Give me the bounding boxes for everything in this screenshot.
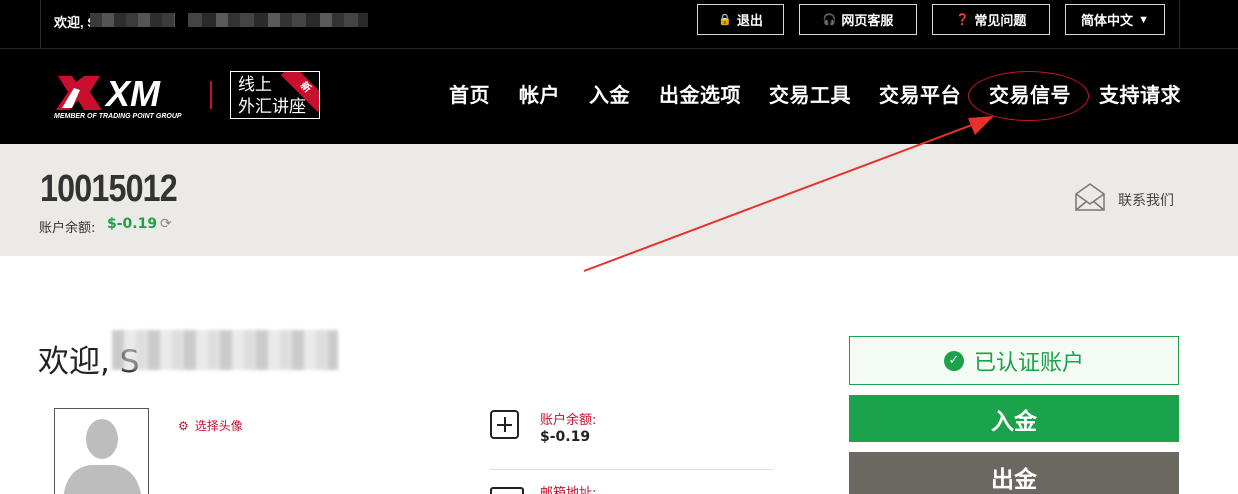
logo-tagline: MEMBER OF TRADING POINT GROUP xyxy=(54,113,182,120)
headset-icon: 🎧 xyxy=(822,14,837,26)
nav-home[interactable]: 首页 xyxy=(449,79,490,108)
faq-label: 常见问题 xyxy=(974,13,1027,28)
gear-icon: ⚙ xyxy=(178,418,189,433)
account-balance-value: $-0.19 xyxy=(107,216,158,232)
contact-us-link[interactable]: 联系我们 xyxy=(1118,190,1174,210)
redacted-name xyxy=(90,13,175,27)
top-bar xyxy=(0,0,1238,48)
nav-trading-tools[interactable]: 交易工具 xyxy=(769,79,851,108)
annotation-circle xyxy=(968,71,1089,121)
live-chat-label: 网页客服 xyxy=(841,13,894,28)
nav-deposit[interactable]: 入金 xyxy=(589,79,630,108)
question-icon: ❓ xyxy=(955,14,970,26)
redacted-info xyxy=(188,13,368,27)
logo-text: XM xyxy=(104,73,161,114)
nav-accounts[interactable]: 帐户 xyxy=(519,79,560,108)
info-divider xyxy=(490,469,773,470)
nav-trading-platforms[interactable]: 交易平台 xyxy=(879,79,961,108)
balance-label: 账户余额: xyxy=(540,413,597,428)
check-circle-icon: ✓ xyxy=(943,350,964,371)
avatar xyxy=(54,408,149,494)
choose-avatar-label: 选择头像 xyxy=(194,419,243,433)
plus-box-icon xyxy=(490,410,519,439)
email-label: 邮箱地址: xyxy=(540,486,597,494)
refresh-icon[interactable]: ⟳ xyxy=(160,217,174,231)
mail-icon xyxy=(490,487,524,494)
redacted-user-name xyxy=(112,330,338,370)
xm-logo[interactable]: XM MEMBER OF TRADING POINT GROUP xyxy=(54,70,199,120)
withdraw-button[interactable]: 出金 xyxy=(849,452,1179,494)
nav-support-request[interactable]: 支持请求 xyxy=(1099,79,1181,108)
balance-value: $-0.19 xyxy=(540,429,591,445)
choose-avatar-link[interactable]: ⚙ 选择头像 xyxy=(178,417,243,434)
language-label: 简体中文 xyxy=(1081,13,1134,28)
logo-divider xyxy=(210,81,212,109)
caret-down-icon: ▼ xyxy=(1138,13,1149,26)
account-number: 10015012 xyxy=(40,168,178,210)
faq-button[interactable]: ❓ 常见问题 xyxy=(932,4,1050,35)
envelope-icon[interactable] xyxy=(1074,182,1106,212)
avatar-placeholder-icon xyxy=(63,419,141,494)
logout-label: 退出 xyxy=(736,13,763,28)
account-balance-label: 账户余额: xyxy=(39,221,96,236)
account-strip: 10015012 账户余额: $-0.19 ⟳ 联系我们 xyxy=(0,144,1238,256)
logout-button[interactable]: 🔒 退出 xyxy=(697,4,784,35)
deposit-button[interactable]: 入金 xyxy=(849,395,1179,442)
live-chat-button[interactable]: 🎧 网页客服 xyxy=(799,4,917,35)
lock-icon: 🔒 xyxy=(718,14,732,26)
verified-label: 已认证账户 xyxy=(973,350,1084,376)
nav-withdrawal-options[interactable]: 出金选项 xyxy=(659,79,741,108)
verified-account-badge: ✓ 已认证账户 xyxy=(849,336,1179,385)
promo-webinar-badge[interactable]: 线上 外汇讲座 新 xyxy=(230,71,320,119)
language-select[interactable]: 简体中文 ▼ xyxy=(1065,4,1165,35)
